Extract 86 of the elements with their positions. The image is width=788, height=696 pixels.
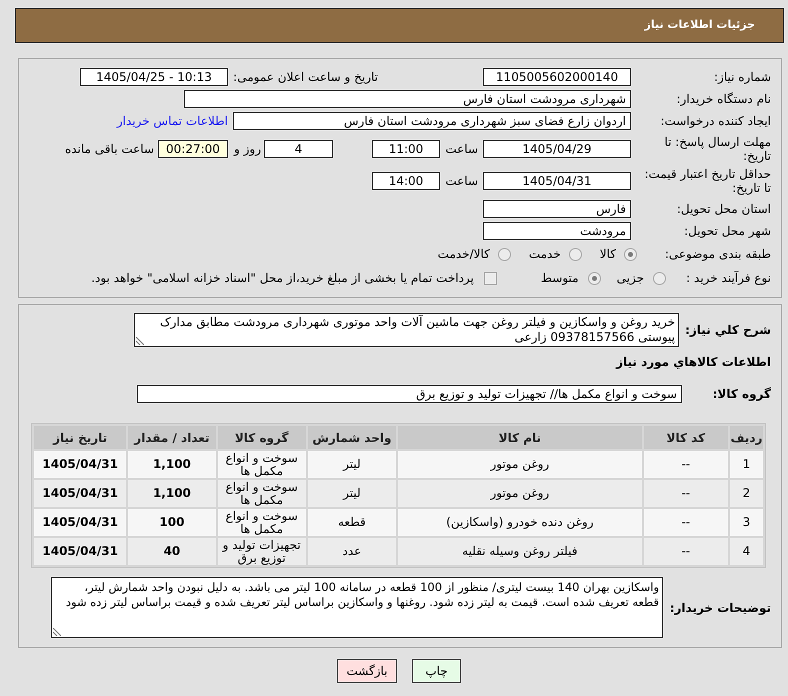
field-label: حداقل تاریخ اعتبار قیمت: تا تاریخ: [643,167,771,195]
buyer-notes-field[interactable]: واسکازین بهران 140 بیست لیتری/ منظور از 100 قطعه در سامانه 100 لیتر می باشد. به دلیل نبودن واحد شمارش لیتر، قطعه تعریف شده است. قیمت به لیتر زده شود. روغنها و واسکازین براساس لیتر تعریف شده و قیمت براساس لیتر زده شود [51,577,663,638]
column-header: گروه کالا [218,426,306,449]
province-field[interactable]: فارس [483,200,631,218]
column-header: نام کالا [398,426,642,449]
table-cell: 1405/04/31 [34,480,126,507]
field-label: توضیحات خریدار: [668,600,771,614]
table-cell: -- [644,538,728,565]
field-label: نوع فرآیند خرید : [685,271,771,285]
column-header: تعداد / مقدار [128,426,216,449]
table-cell: سوخت و انواع مکمل ها [218,480,306,507]
table-cell: 1,100 [128,451,216,478]
option-label: جزیی [616,270,644,287]
validity-date-field[interactable]: 1405/04/31 [483,172,631,190]
field-label: طبقه بندی موضوعی: [664,247,771,261]
need-number-field[interactable]: 1105005602000140 [483,68,631,86]
table-cell: لیتر [308,480,396,507]
option-label: کالا/خدمت [438,246,490,263]
radio-button[interactable] [624,248,637,260]
deadline-time-field[interactable]: 11:00 [372,140,440,158]
table-cell: 3 [730,509,763,536]
field-label: ساعت [444,142,478,156]
announcement-date-field[interactable]: 1405/04/25 - 10:13 [80,68,228,86]
radio-button[interactable] [588,272,601,284]
description-field[interactable]: خرید روغن و واسکازین و فیلتر روغن جهت ماشین آلات واحد موتوری شهرداری مرودشت مطابق مدارک پیوستی 09378157566 زارعی [134,313,679,347]
city-field[interactable]: مرودشت [483,222,631,240]
validity-time-field[interactable]: 14:00 [372,172,440,190]
field-label: ساعت [444,174,478,188]
field-label: شرح کلي نياز: [684,323,771,337]
table-cell: 1 [730,451,763,478]
radio-button[interactable] [568,248,582,260]
section-title: اطلاعات کالاهاي مورد نياز [616,355,771,369]
page-title: جزئیات اطلاعات نیاز [644,17,755,34]
resize-grip-icon[interactable] [53,628,61,636]
contact-link[interactable]: اطلاعات تماس خریدار [116,114,228,128]
remaining-time-field[interactable]: 00:27:00 [158,140,228,158]
column-header: تاریخ نیاز [34,426,126,449]
table-cell: -- [644,480,728,507]
table-cell: لیتر [308,451,396,478]
back-button[interactable]: بازگشت [337,659,397,683]
table-cell: سوخت و انواع مکمل ها [218,509,306,536]
field-label: ایجاد کننده درخواست: [659,114,771,128]
table-cell: قطعه [308,509,396,536]
deadline-date-field[interactable]: 1405/04/29 [483,140,631,158]
table-cell: روغن دنده خودرو (واسکازین) [398,509,642,536]
table-cell: 1,100 [128,480,216,507]
table-cell: 2 [730,480,763,507]
field-label: مهلت ارسال پاسخ: تا تاریخ: [663,135,771,163]
resize-grip-icon[interactable] [136,337,144,345]
radio-button[interactable] [653,272,666,284]
table-cell: 100 [128,509,216,536]
goods-group-field[interactable]: سوخت و انواع مکمل ها// تجهیزات تولید و توزیع برق [137,385,682,403]
table-cell: تجهیزات تولید و توزیع برق [218,538,306,565]
field-label: ساعت باقی مانده [64,142,154,156]
field-label: نام دستگاه خریدار: [676,92,771,106]
table-cell: عدد [308,538,396,565]
field-label: شماره نیاز: [713,70,771,84]
option-label: متوسط [540,270,579,287]
column-header: ردیف [730,426,763,449]
days-field[interactable]: 4 [264,140,333,158]
table-cell: سوخت و انواع مکمل ها [218,451,306,478]
radio-button[interactable] [498,248,511,260]
field-label: روز و [234,142,261,156]
option-label: پرداخت تمام یا بخشی از مبلغ خرید،از محل "اسناد خزانه اسلامی" خواهد بود. [91,270,474,287]
table-cell: 4 [730,538,763,565]
table-cell: روغن موتور [398,480,642,507]
print-button[interactable]: چاپ [412,659,461,683]
column-header: واحد شمارش [308,426,396,449]
table-cell: 1405/04/31 [34,538,126,565]
table-cell: -- [644,509,728,536]
table-cell: -- [644,451,728,478]
table-cell: 1405/04/31 [34,451,126,478]
table-cell: 40 [128,538,216,565]
field-label: شهر محل تحویل: [683,224,771,238]
checkbox[interactable] [484,272,497,284]
buyer-field[interactable]: شهرداری مرودشت استان فارس [184,90,631,108]
column-header: کد کالا [644,426,728,449]
requester-field[interactable]: اردوان زارع فضای سبز شهرداری مرودشت استان فارس [233,112,631,130]
option-label: کالا [600,246,616,263]
table-cell: فیلتر روغن وسیله نقلیه [398,538,642,565]
option-label: خدمت [528,246,561,263]
table-cell: روغن موتور [398,451,642,478]
table-cell: 1405/04/31 [34,509,126,536]
field-label: استان محل تحویل: [676,202,771,216]
field-label: گروه کالا: [712,387,771,401]
field-label: تاریخ و ساعت اعلان عمومی: [232,70,378,84]
